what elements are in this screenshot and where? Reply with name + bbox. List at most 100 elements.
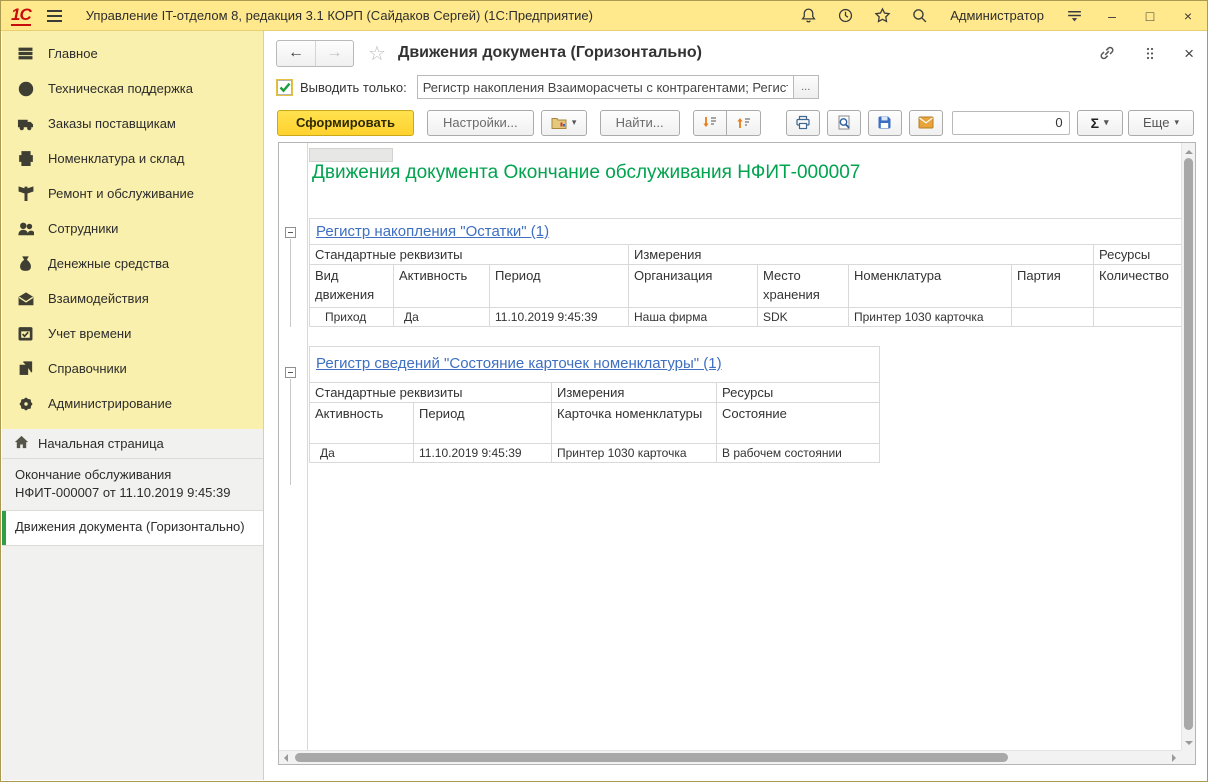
sidebar-item-catalogs[interactable]: Справочники	[2, 351, 263, 386]
sidebar-item-employees[interactable]: Сотрудники	[2, 211, 263, 246]
home-icon	[14, 435, 29, 452]
sidebar-item-administration[interactable]: Администрирование	[2, 386, 263, 421]
vertical-scroll-thumb[interactable]	[1184, 158, 1193, 730]
sidebar-item-label: Ремонт и обслуживание	[48, 186, 194, 201]
current-user[interactable]: Администратор	[950, 8, 1044, 23]
tab-label: Окончание обслуживания НФИТ-000007 от 11…	[15, 467, 230, 500]
table-row[interactable]: Да 11.10.2019 9:45:39 Принтер 1030 карто…	[310, 444, 880, 463]
sort-ascending-button[interactable]	[727, 110, 761, 136]
cell-activity: Да	[310, 444, 414, 463]
service-menu-icon[interactable]	[1066, 7, 1083, 24]
checkered-flags-icon	[17, 186, 34, 202]
group-header-cell: Стандартные реквизиты	[310, 245, 629, 265]
column-header: Состояние	[717, 403, 880, 444]
autosum-field[interactable]	[952, 111, 1070, 135]
report-variants-button[interactable]: ▾	[541, 110, 587, 136]
scroll-up-arrow[interactable]	[1185, 146, 1193, 154]
filter-checkbox[interactable]	[277, 80, 292, 95]
sidebar-item-time-tracking[interactable]: Учет времени	[2, 316, 263, 351]
notifications-bell-icon[interactable]	[800, 7, 817, 24]
send-mail-button[interactable]	[909, 110, 943, 136]
money-bag-icon: $	[17, 256, 34, 272]
search-icon[interactable]	[911, 7, 928, 24]
people-icon	[17, 221, 34, 237]
sigma-label: Σ	[1091, 115, 1099, 131]
collapse-group-button-2[interactable]	[285, 367, 296, 378]
generate-button[interactable]: Сформировать	[277, 110, 414, 136]
column-header: Место хранения	[758, 265, 849, 308]
scroll-right-arrow[interactable]	[1172, 754, 1180, 762]
report-toolbar: Сформировать Настройки... ▾ Найти...	[277, 109, 1194, 136]
sidebar-item-label: Заказы поставщикам	[48, 116, 176, 131]
print-preview-button[interactable]	[827, 110, 861, 136]
app-window: 1С Управление IT-отделом 8, редакция 3.1…	[0, 0, 1208, 782]
sort-buttons	[693, 110, 761, 136]
find-button[interactable]: Найти...	[600, 110, 680, 136]
close-page-icon[interactable]: ×	[1184, 45, 1194, 62]
sidebar-item-support[interactable]: Техническая поддержка	[2, 71, 263, 106]
window-title: Управление IT-отделом 8, редакция 3.1 КО…	[86, 8, 593, 23]
history-icon[interactable]	[837, 7, 854, 24]
section-header-cell: Регистр накопления "Остатки" (1)	[310, 219, 1182, 245]
column-header: Период	[414, 403, 552, 444]
report-container: Движения документа Окончание обслуживани…	[278, 142, 1196, 765]
group-bracket-line-2	[290, 379, 291, 485]
scrollbar-corner	[1181, 750, 1195, 764]
favorite-star-icon[interactable]: ☆	[368, 41, 386, 66]
favorites-star-icon[interactable]	[874, 7, 891, 24]
main-menu-burger-icon[interactable]	[47, 10, 62, 22]
vertical-scrollbar[interactable]	[1181, 143, 1195, 750]
cell-storage-place: SDK	[758, 307, 849, 326]
sidebar-item-maintenance[interactable]: Ремонт и обслуживание	[2, 176, 263, 211]
register-ostatki-link[interactable]: Регистр накопления "Остатки" (1)	[316, 223, 549, 240]
1c-logo: 1С	[11, 6, 31, 26]
horizontal-scrollbar[interactable]	[279, 750, 1181, 764]
group-header-cell: Измерения	[552, 383, 717, 403]
table-row[interactable]: Приход Да 11.10.2019 9:45:39 Наша фирма …	[310, 307, 1182, 326]
open-window-tab-movements[interactable]: Движения документа (Горизонтально)	[2, 511, 263, 545]
minimize-button[interactable]: –	[1103, 9, 1121, 23]
sidebar-item-main[interactable]: Главное	[2, 36, 263, 71]
scroll-down-arrow[interactable]	[1185, 741, 1193, 749]
settings-button[interactable]: Настройки...	[427, 110, 534, 136]
column-header: Номенклатура	[849, 265, 1012, 308]
more-menu-dots-icon[interactable]	[1144, 46, 1156, 61]
sidebar-item-warehouse[interactable]: Номенклатура и склад	[2, 141, 263, 176]
get-link-icon[interactable]	[1098, 44, 1116, 62]
horizontal-scroll-thumb[interactable]	[295, 753, 1008, 762]
svg-text:$: $	[24, 263, 28, 270]
open-window-tab-document[interactable]: Окончание обслуживания НФИТ-000007 от 11…	[2, 459, 263, 511]
more-actions-button[interactable]: Еще ▾	[1128, 110, 1194, 136]
history-buttons: ← →	[276, 40, 354, 67]
sigma-button[interactable]: Σ ▾	[1077, 110, 1123, 136]
report-title: Движения документа Окончание обслуживани…	[312, 162, 860, 184]
register-card-state-link[interactable]: Регистр сведений "Состояние карточек ном…	[316, 355, 722, 372]
column-header: Активность	[310, 403, 414, 444]
column-header: Активность	[394, 265, 490, 308]
print-button[interactable]	[786, 110, 820, 136]
sidebar-item-label: Главное	[48, 46, 98, 61]
home-page-link[interactable]: Начальная страница	[2, 429, 263, 459]
maximize-button[interactable]: □	[1141, 9, 1159, 23]
save-button[interactable]	[868, 110, 902, 136]
cell-movement-type: Приход	[310, 307, 394, 326]
sidebar-item-interactions[interactable]: Взаимодействия	[2, 281, 263, 316]
group-gutter-line	[307, 143, 308, 750]
cell-activity: Да	[394, 307, 490, 326]
scroll-left-arrow[interactable]	[280, 754, 288, 762]
close-button[interactable]: ×	[1179, 9, 1197, 23]
column-header: Организация	[629, 265, 758, 308]
filter-value-input[interactable]	[417, 75, 793, 99]
forward-button[interactable]: →	[315, 41, 353, 66]
caret-down-icon: ▾	[1174, 117, 1179, 128]
sidebar-item-supplier-orders[interactable]: Заказы поставщикам	[2, 106, 263, 141]
printer-icon	[17, 151, 34, 167]
back-button[interactable]: ←	[277, 41, 315, 66]
caret-down-icon: ▾	[572, 117, 577, 128]
register-table-ostatki: Регистр накопления "Остатки" (1) Стандар…	[309, 218, 1181, 327]
collapse-group-button-1[interactable]	[285, 227, 296, 238]
sort-descending-button[interactable]	[693, 110, 727, 136]
sidebar-item-money[interactable]: $ Денежные средства	[2, 246, 263, 281]
truck-icon	[17, 116, 34, 132]
filter-choose-button[interactable]: ...	[793, 75, 819, 99]
